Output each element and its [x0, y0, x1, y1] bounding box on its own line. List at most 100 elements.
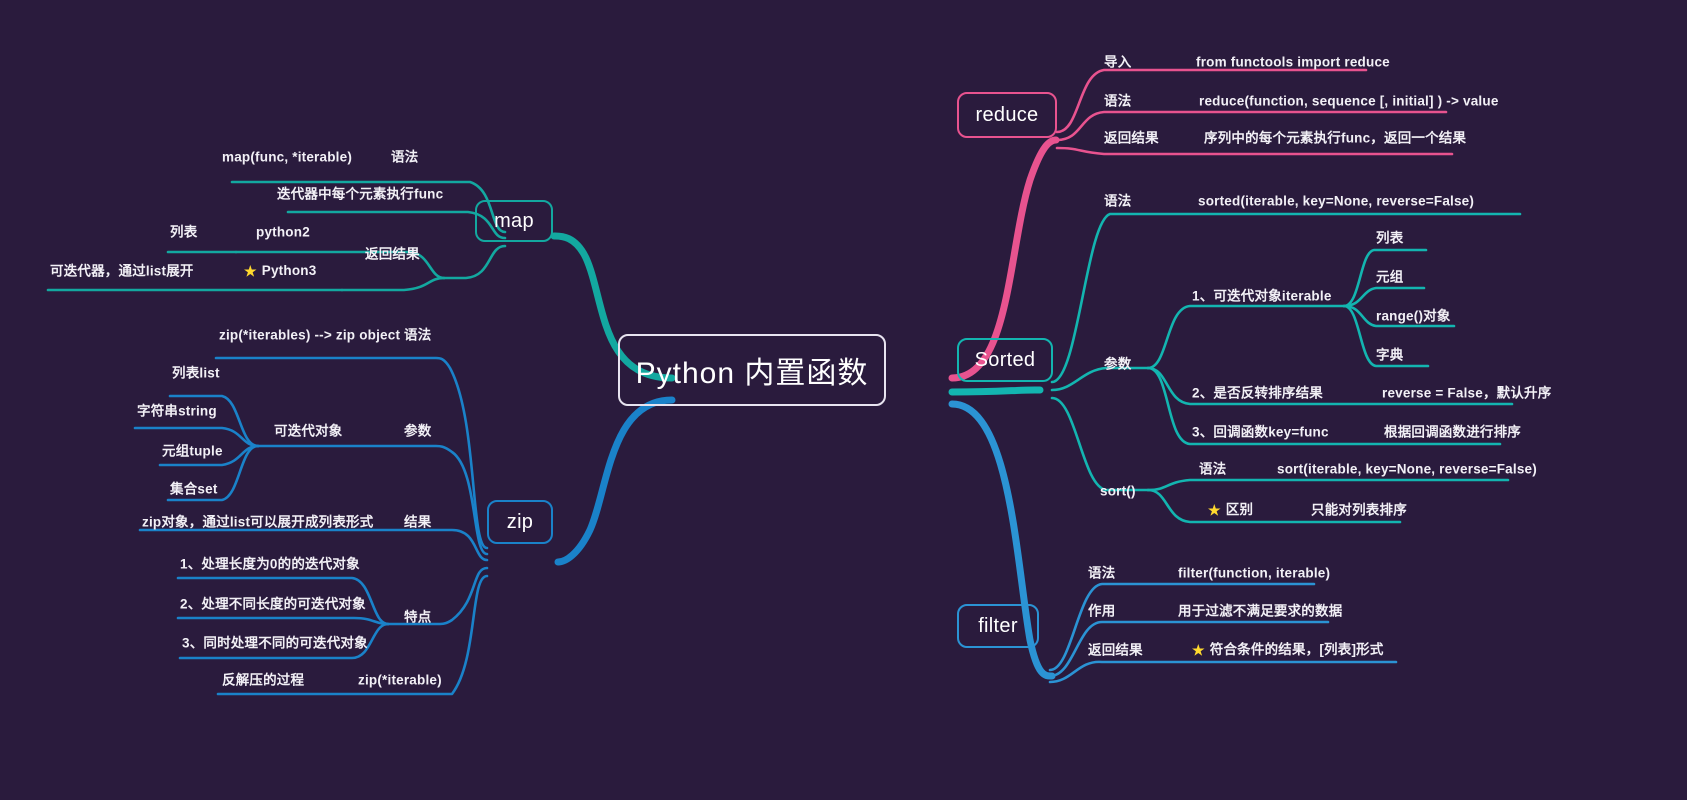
zip-param-value[interactable]: 可迭代对象 [274, 424, 343, 438]
sorted-syntax-key[interactable]: 语法 [1104, 194, 1131, 208]
reduce-return-key-text: 返回结果 [1104, 130, 1159, 146]
reduce-import-value[interactable]: from functools import reduce [1196, 55, 1390, 69]
zip-param-child-set[interactable]: 集合set [170, 482, 218, 496]
zip-feature-2-text: 2、处理不同长度的可迭代对象 [180, 596, 366, 612]
sorted-param-2-value-text: reverse = False，默认升序 [1382, 385, 1552, 401]
zip-result-key[interactable]: 结果 [404, 515, 431, 529]
reduce-return-value[interactable]: 序列中的每个元素执行func，返回一个结果 [1204, 131, 1466, 145]
reduce-syntax-value-text: reduce(function, sequence [, initial] ) … [1199, 93, 1499, 109]
zip-feature-3[interactable]: 3、同时处理不同的可迭代对象 [182, 636, 368, 650]
zip-feature-3-text: 3、同时处理不同的可迭代对象 [182, 635, 368, 651]
sorted-param-2[interactable]: 2、是否反转排序结果 [1192, 386, 1323, 400]
zip-unzip-key-text: zip(*iterable) [358, 672, 442, 688]
sorted-param-1[interactable]: 1、可迭代对象iterable [1192, 289, 1332, 303]
sorted-param-key[interactable]: 参数 [1104, 357, 1131, 371]
zip-param-child-list-text: 列表list [172, 365, 220, 381]
sorted-syntax-value[interactable]: sorted(iterable, key=None, reverse=False… [1198, 194, 1474, 208]
map-python3-child[interactable]: 可迭代器，通过list展开 [50, 264, 194, 278]
zip-param-child-tuple[interactable]: 元组tuple [162, 444, 223, 458]
map-syntax-value[interactable]: map(func, *iterable) [222, 150, 352, 164]
zip-param-child-string[interactable]: 字符串string [137, 404, 217, 418]
map-python2-text: python2 [256, 224, 310, 240]
zip-syntax-value[interactable]: zip(*iterables) --> zip object [219, 328, 400, 342]
filter-return-value-text: 符合条件的结果，[列表]形式 [1209, 642, 1384, 657]
filter-use-key[interactable]: 作用 [1088, 604, 1115, 618]
central-node[interactable]: Python 内置函数 [618, 334, 886, 406]
map-python3-child-text: 可迭代器，通过list展开 [50, 263, 194, 279]
zip-feature-1-text: 1、处理长度为0的的迭代对象 [180, 556, 360, 572]
map-syntax-key[interactable]: 语法 [391, 150, 418, 164]
sorted-param-1-child-tuple[interactable]: 元组 [1376, 270, 1403, 284]
filter-return-key-text: 返回结果 [1088, 642, 1143, 658]
zip-result-value-text: zip对象，通过list可以展开成列表形式 [142, 514, 374, 530]
topic-node-map[interactable]: map [475, 200, 553, 242]
zip-param-value-text: 可迭代对象 [274, 423, 343, 439]
zip-feature-key[interactable]: 特点 [404, 610, 431, 624]
filter-syntax-key-text: 语法 [1088, 565, 1116, 581]
zip-unzip-value[interactable]: 反解压的过程 [222, 673, 304, 687]
map-syntax-value-text: map(func, *iterable) [222, 149, 353, 165]
zip-feature-2[interactable]: 2、处理不同长度的可迭代对象 [180, 597, 366, 611]
sorted-diff-value[interactable]: 只能对列表排序 [1311, 503, 1407, 517]
topic-node-sorted[interactable]: Sorted [957, 338, 1053, 382]
zip-syntax-value-text: zip(*iterables) --> zip object [219, 327, 401, 343]
filter-use-key-text: 作用 [1088, 603, 1116, 619]
map-python3-text: Python3 [261, 263, 317, 278]
filter-return-value[interactable]: ★ 符合条件的结果，[列表]形式 [1192, 643, 1384, 657]
sorted-sort-key-text: sort() [1100, 483, 1136, 499]
map-return-key[interactable]: 返回结果 [365, 247, 420, 261]
topic-node-zip[interactable]: zip [487, 500, 553, 544]
sorted-diff-key-text: 区别 [1225, 502, 1254, 517]
topic-node-zip-label: zip [506, 510, 534, 533]
filter-return-key[interactable]: 返回结果 [1088, 643, 1143, 657]
map-python2-child-list[interactable]: 列表 [170, 225, 197, 239]
map-syntax-key-text: 语法 [391, 149, 419, 165]
map-python2[interactable]: python2 [256, 225, 310, 239]
zip-unzip-key[interactable]: zip(*iterable) [358, 673, 442, 687]
reduce-return-key[interactable]: 返回结果 [1104, 131, 1159, 145]
reduce-import-key[interactable]: 导入 [1104, 55, 1131, 69]
filter-syntax-key[interactable]: 语法 [1088, 566, 1115, 580]
zip-syntax-key[interactable]: 语法 [404, 328, 431, 342]
zip-param-child-list[interactable]: 列表list [172, 366, 220, 380]
sorted-param-3-text: 3、回调函数key=func [1192, 424, 1329, 440]
sorted-param-3-value-text: 根据回调函数进行排序 [1384, 424, 1521, 440]
map-python3[interactable]: ★ Python3 [244, 264, 316, 278]
zip-syntax-key-text: 语法 [404, 327, 432, 343]
reduce-syntax-key[interactable]: 语法 [1104, 94, 1131, 108]
filter-syntax-value[interactable]: filter(function, iterable) [1178, 566, 1330, 580]
sorted-param-1-child-tuple-text: 元组 [1376, 269, 1404, 285]
zip-param-child-string-text: 字符串string [137, 403, 217, 419]
star-icon: ★ [1208, 502, 1221, 518]
star-icon: ★ [244, 263, 257, 279]
zip-param-key[interactable]: 参数 [404, 424, 431, 438]
sorted-diff-key[interactable]: ★ 区别 [1208, 503, 1253, 517]
sorted-param-1-text: 1、可迭代对象iterable [1192, 288, 1332, 304]
topic-node-reduce-label: reduce [975, 103, 1039, 126]
sorted-param-key-text: 参数 [1104, 356, 1132, 372]
sorted-param-3-value[interactable]: 根据回调函数进行排序 [1384, 425, 1521, 439]
topic-node-filter-label: filter [978, 614, 1018, 637]
sorted-param-3[interactable]: 3、回调函数key=func [1192, 425, 1329, 439]
zip-unzip-value-text: 反解压的过程 [222, 672, 305, 688]
sorted-param-1-child-range[interactable]: range()对象 [1376, 309, 1451, 323]
filter-use-value[interactable]: 用于过滤不满足要求的数据 [1178, 604, 1342, 618]
zip-result-value[interactable]: zip对象，通过list可以展开成列表形式 [142, 515, 373, 529]
reduce-import-key-text: 导入 [1104, 54, 1132, 70]
sorted-sort-syntax-value[interactable]: sort(iterable, key=None, reverse=False) [1277, 462, 1537, 476]
reduce-syntax-key-text: 语法 [1104, 93, 1132, 109]
sorted-sort-key[interactable]: sort() [1100, 484, 1136, 498]
sorted-param-1-child-list[interactable]: 列表 [1376, 231, 1403, 245]
map-exec-value[interactable]: 迭代器中每个元素执行func [277, 187, 443, 201]
zip-feature-1[interactable]: 1、处理长度为0的的迭代对象 [180, 557, 360, 571]
sorted-sort-syntax-key-text: 语法 [1199, 461, 1227, 477]
sorted-param-2-text: 2、是否反转排序结果 [1192, 385, 1324, 401]
reduce-syntax-value[interactable]: reduce(function, sequence [, initial] ) … [1199, 94, 1499, 108]
sorted-sort-syntax-key[interactable]: 语法 [1199, 462, 1226, 476]
sorted-param-1-child-dict[interactable]: 字典 [1376, 348, 1403, 362]
reduce-import-value-text: from functools import reduce [1196, 54, 1390, 70]
topic-node-sorted-label: Sorted [974, 348, 1036, 371]
sorted-param-2-value[interactable]: reverse = False，默认升序 [1382, 386, 1551, 400]
topic-node-filter[interactable]: filter [957, 604, 1039, 648]
topic-node-reduce[interactable]: reduce [957, 92, 1057, 138]
